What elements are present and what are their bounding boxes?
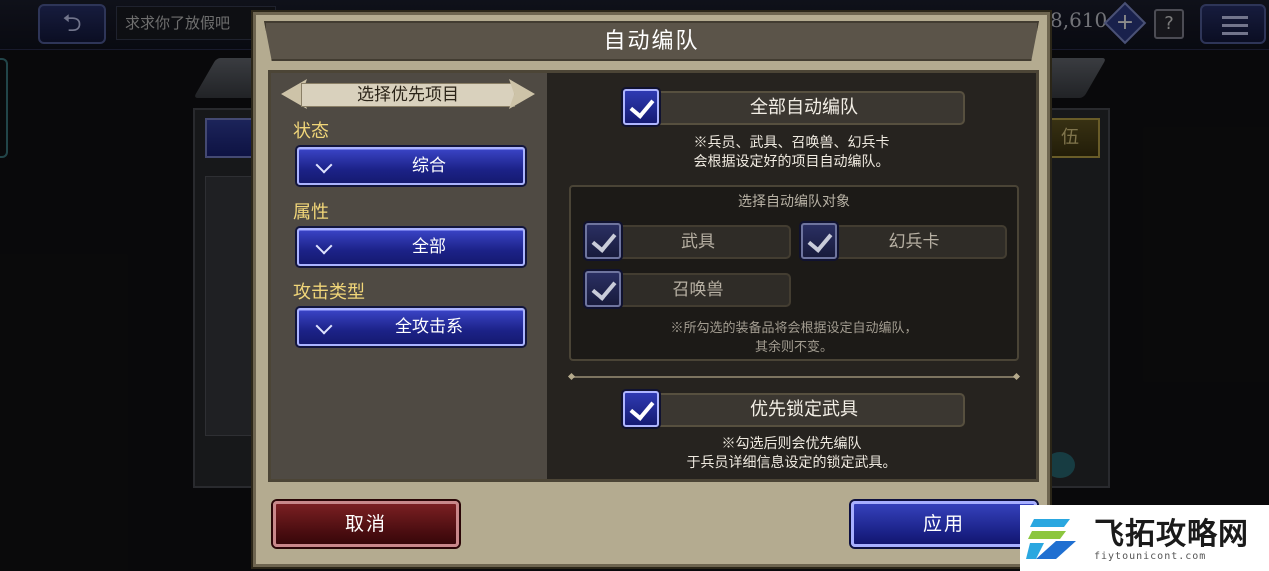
priority-panel: 选择优先项目 状态 综合 属性 全部 攻击类型 全攻击系 bbox=[271, 73, 547, 479]
site-watermark: 飞拓攻略网 fiytounicont.com bbox=[1020, 505, 1269, 571]
section-divider bbox=[569, 376, 1019, 378]
attribute-label: 属性 bbox=[293, 202, 329, 223]
chevron-down-icon bbox=[315, 238, 333, 256]
auto-target-note: ※所勾选的装备品将会根据设定自动编队， 其余则不变。 bbox=[571, 319, 1017, 357]
auto-target-panel: 全部自动编队 ※兵员、武具、召唤兽、幻兵卡 会根据设定好的项目自动编队。 选择自… bbox=[547, 73, 1036, 479]
dialog-body: 选择优先项目 状态 综合 属性 全部 攻击类型 全攻击系 全部自动编队 ※兵员、… bbox=[268, 70, 1039, 482]
all-auto-note-line-2: 会根据设定好的项目自动编队。 bbox=[693, 154, 890, 170]
phantom-card-checkbox[interactable] bbox=[801, 223, 837, 259]
attribute-dropdown[interactable]: 全部 bbox=[297, 228, 525, 266]
auto-target-title: 选择自动编队对象 bbox=[738, 194, 850, 210]
watermark-name: 飞拓攻略网 bbox=[1094, 517, 1249, 552]
lock-weapon-bar: 优先锁定武具 bbox=[643, 393, 965, 427]
watermark-url: fiytounicont.com bbox=[1094, 551, 1207, 562]
lock-note-line-1: ※勾选后则会优先编队 bbox=[721, 436, 862, 452]
weapon-checkbox[interactable] bbox=[585, 223, 621, 259]
attribute-dropdown-value: 全部 bbox=[412, 237, 446, 257]
all-auto-toggle[interactable]: 全部自动编队 bbox=[623, 89, 965, 125]
watermark-logo-icon bbox=[1026, 519, 1076, 559]
cancel-button[interactable]: 取消 bbox=[273, 501, 459, 547]
attack-type-dropdown[interactable]: 全攻击系 bbox=[297, 308, 525, 346]
dialog-header: 自动编队 bbox=[264, 21, 1039, 61]
chevron-down-icon bbox=[315, 318, 333, 336]
auto-party-dialog: 自动编队 选择优先项目 状态 综合 属性 全部 攻击类型 全攻击系 全部自动编队… bbox=[253, 12, 1050, 567]
status-dropdown-value: 综合 bbox=[412, 156, 446, 176]
phantom-card-label: 幻兵卡 bbox=[888, 232, 940, 252]
lock-weapon-toggle[interactable]: 优先锁定武具 bbox=[623, 391, 965, 427]
summon-checkbox[interactable] bbox=[585, 271, 621, 307]
phantom-card-toggle[interactable]: 幻兵卡 bbox=[801, 223, 1007, 259]
status-label: 状态 bbox=[293, 121, 329, 142]
game-screen: ⮌ 求求你了放假吧 8,610 + ? 伍 自动编队 选择优先项目 状态 综合 … bbox=[0, 0, 1269, 571]
priority-banner: 选择优先项目 bbox=[281, 79, 535, 109]
weapon-toggle[interactable]: 武具 bbox=[585, 223, 791, 259]
lock-weapon-checkbox[interactable] bbox=[623, 391, 659, 427]
all-auto-note-line-1: ※兵员、武具、召唤兽、幻兵卡 bbox=[693, 135, 890, 151]
weapon-label: 武具 bbox=[681, 232, 715, 252]
chevron-down-icon bbox=[315, 157, 333, 175]
phantom-card-bar: 幻兵卡 bbox=[821, 225, 1007, 259]
auto-target-box: 选择自动编队对象 武具 幻兵卡 召唤兽 ※所勾选的装备品将会根据设定自动编队， … bbox=[569, 185, 1019, 361]
attack-type-label: 攻击类型 bbox=[293, 282, 365, 303]
summon-label: 召唤兽 bbox=[672, 280, 724, 300]
attack-type-dropdown-value: 全攻击系 bbox=[395, 317, 463, 337]
status-dropdown[interactable]: 综合 bbox=[297, 147, 525, 185]
lock-weapon-label: 优先锁定武具 bbox=[750, 399, 858, 420]
priority-banner-label: 选择优先项目 bbox=[357, 85, 459, 105]
summon-bar: 召唤兽 bbox=[605, 273, 791, 307]
all-auto-checkbox[interactable] bbox=[623, 89, 659, 125]
apply-button[interactable]: 应用 bbox=[851, 501, 1037, 547]
weapon-bar: 武具 bbox=[605, 225, 791, 259]
all-auto-bar: 全部自动编队 bbox=[643, 91, 965, 125]
auto-target-note-line-2: 其余则不变。 bbox=[754, 340, 833, 355]
all-auto-label: 全部自动编队 bbox=[750, 97, 858, 118]
auto-target-note-line-1: ※所勾选的装备品将会根据设定自动编队， bbox=[670, 321, 918, 336]
lock-note-line-2: 于兵员详细信息设定的锁定武具。 bbox=[686, 455, 897, 471]
dialog-title: 自动编队 bbox=[603, 29, 700, 54]
summon-toggle[interactable]: 召唤兽 bbox=[585, 271, 791, 307]
